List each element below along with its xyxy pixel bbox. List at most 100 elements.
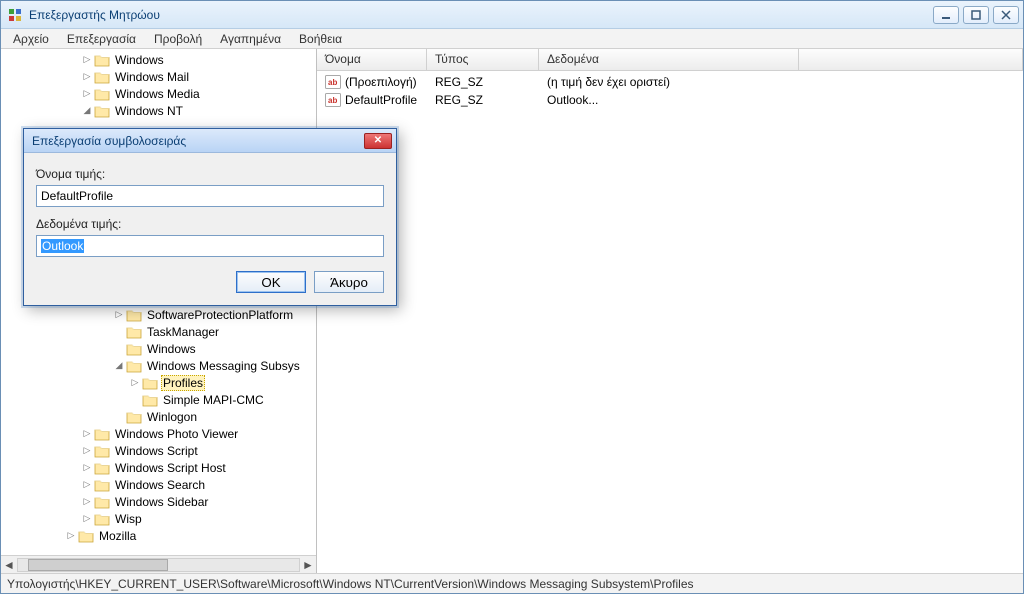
value-data-text: Outlook xyxy=(41,239,84,253)
value-data-input[interactable]: Outlook xyxy=(36,235,384,257)
maximize-button[interactable] xyxy=(963,6,989,24)
tree-node-label: Windows Sidebar xyxy=(113,495,210,509)
expand-icon[interactable]: ▷ xyxy=(65,530,77,541)
tree-node-label: Windows xyxy=(113,53,166,67)
scroll-left-icon[interactable]: ◄ xyxy=(1,558,17,572)
folder-icon xyxy=(94,53,110,67)
menu-view[interactable]: Προβολή xyxy=(146,30,210,48)
folder-icon xyxy=(126,308,142,322)
menu-favorites[interactable]: Αγαπημένα xyxy=(212,30,289,48)
menu-file[interactable]: Αρχείο xyxy=(5,30,57,48)
tree-node[interactable]: ▷Windows Script Host xyxy=(1,459,316,476)
list-row[interactable]: (Προεπιλογή)REG_SZ(η τιμή δεν έχει οριστ… xyxy=(317,73,1023,91)
folder-icon xyxy=(94,461,110,475)
ok-button[interactable]: OK xyxy=(236,271,306,293)
cell-data: Outlook... xyxy=(539,93,799,107)
menu-edit[interactable]: Επεξεργασία xyxy=(59,30,144,48)
tree-node-label: SoftwareProtectionPlatform xyxy=(145,308,295,322)
tree-node-label: Windows Media xyxy=(113,87,202,101)
cancel-button[interactable]: Άκυρο xyxy=(314,271,384,293)
list-rows: (Προεπιλογή)REG_SZ(η τιμή δεν έχει οριστ… xyxy=(317,71,1023,111)
dialog-buttons: OK Άκυρο xyxy=(36,271,384,293)
tree-node-label: Windows NT xyxy=(113,104,185,118)
expand-icon[interactable]: ▷ xyxy=(81,54,93,65)
cell-type: REG_SZ xyxy=(427,75,539,89)
tree-node[interactable]: ▷ Windows Media xyxy=(1,85,316,102)
tree-node-label: Windows xyxy=(145,342,198,356)
tree-node[interactable]: ▷ SoftwareProtectionPlatform xyxy=(1,306,316,323)
dialog-body: Όνομα τιμής: Δεδομένα τιμής: Outlook OK … xyxy=(24,153,396,305)
tree-node[interactable]: ▷Wisp xyxy=(1,510,316,527)
expand-icon[interactable]: ▷ xyxy=(81,513,93,524)
tree-node[interactable]: ◢ Windows Messaging Subsys xyxy=(1,357,316,374)
folder-icon xyxy=(94,87,110,101)
folder-icon xyxy=(126,342,142,356)
expand-icon[interactable]: ▷ xyxy=(81,496,93,507)
value-data-label: Δεδομένα τιμής: xyxy=(36,217,384,231)
expand-icon[interactable]: ▷ xyxy=(81,479,93,490)
folder-icon xyxy=(126,359,142,373)
tree-node-label: Simple MAPI-CMC xyxy=(161,393,266,407)
tree-node[interactable]: ▷Profiles xyxy=(1,374,316,391)
expand-icon[interactable]: ▷ xyxy=(129,377,141,388)
minimize-button[interactable] xyxy=(933,6,959,24)
folder-icon xyxy=(126,325,142,339)
folder-icon xyxy=(94,427,110,441)
main-window: Επεξεργαστής Μητρώου Αρχείο Επεξεργασία … xyxy=(0,0,1024,594)
tree-node[interactable]: ▷ Windows Search xyxy=(1,476,316,493)
app-icon xyxy=(7,7,23,23)
tree-node[interactable]: ◢ Windows NT xyxy=(1,102,316,119)
folder-icon xyxy=(94,444,110,458)
tree-node[interactable]: ▷Windows Script xyxy=(1,442,316,459)
statusbar-path: Υπολογιστής\HKEY_CURRENT_USER\Software\M… xyxy=(7,577,694,591)
tree-node[interactable]: Winlogon xyxy=(1,408,316,425)
tree-node-label: Windows Photo Viewer xyxy=(113,427,240,441)
col-type[interactable]: Τύπος xyxy=(427,49,539,70)
cell-name: DefaultProfile xyxy=(317,93,427,108)
dialog-close-button[interactable]: ✕ xyxy=(364,133,392,149)
tree-node[interactable]: ▷Mozilla xyxy=(1,527,316,544)
window-controls xyxy=(933,6,1019,24)
expand-icon[interactable]: ▷ xyxy=(81,88,93,99)
scroll-thumb[interactable] xyxy=(28,559,168,571)
string-value-icon xyxy=(325,93,341,107)
tree-node[interactable]: Simple MAPI-CMC xyxy=(1,391,316,408)
expand-icon[interactable]: ▷ xyxy=(81,428,93,439)
scroll-right-icon[interactable]: ► xyxy=(300,558,316,572)
tree-node[interactable]: Windows xyxy=(1,340,316,357)
menu-help[interactable]: Βοήθεια xyxy=(291,30,350,48)
expand-icon[interactable]: ▷ xyxy=(113,309,125,320)
cell-name: (Προεπιλογή) xyxy=(317,75,427,90)
expand-icon[interactable]: ▷ xyxy=(81,71,93,82)
list-row[interactable]: DefaultProfileREG_SZOutlook... xyxy=(317,91,1023,109)
collapse-icon[interactable]: ◢ xyxy=(113,360,125,371)
tree-node[interactable]: ▷ Windows Photo Viewer xyxy=(1,425,316,442)
expand-icon[interactable]: ▷ xyxy=(81,445,93,456)
col-data[interactable]: Δεδομένα xyxy=(539,49,799,70)
col-name[interactable]: Όνομα xyxy=(317,49,427,70)
tree-node[interactable]: TaskManager xyxy=(1,323,316,340)
folder-icon xyxy=(94,478,110,492)
window-title: Επεξεργαστής Μητρώου xyxy=(29,8,933,22)
value-name-input[interactable] xyxy=(36,185,384,207)
close-button[interactable] xyxy=(993,6,1019,24)
collapse-icon[interactable]: ◢ xyxy=(81,105,93,116)
tree-node-label: Winlogon xyxy=(145,410,199,424)
tree-node-label: Windows Mail xyxy=(113,70,191,84)
value-name-label: Όνομα τιμής: xyxy=(36,167,384,181)
tree-node-label: Windows Messaging Subsys xyxy=(145,359,302,373)
dialog-titlebar: Επεξεργασία συμβολοσειράς ✕ xyxy=(24,129,396,153)
list-pane: Όνομα Τύπος Δεδομένα (Προεπιλογή)REG_SZ(… xyxy=(317,49,1023,573)
expand-icon[interactable]: ▷ xyxy=(81,462,93,473)
tree-node[interactable]: ▷ Windows xyxy=(1,51,316,68)
folder-icon xyxy=(78,529,94,543)
tree-node[interactable]: ▷ Windows Sidebar xyxy=(1,493,316,510)
col-filler xyxy=(799,49,1023,70)
list-header: Όνομα Τύπος Δεδομένα xyxy=(317,49,1023,71)
tree-hscrollbar[interactable]: ◄ ► xyxy=(1,555,316,573)
scroll-track[interactable] xyxy=(17,558,300,572)
tree-node-label: Windows Search xyxy=(113,478,207,492)
folder-icon xyxy=(142,376,158,390)
tree-node[interactable]: ▷ Windows Mail xyxy=(1,68,316,85)
close-icon: ✕ xyxy=(374,135,382,146)
